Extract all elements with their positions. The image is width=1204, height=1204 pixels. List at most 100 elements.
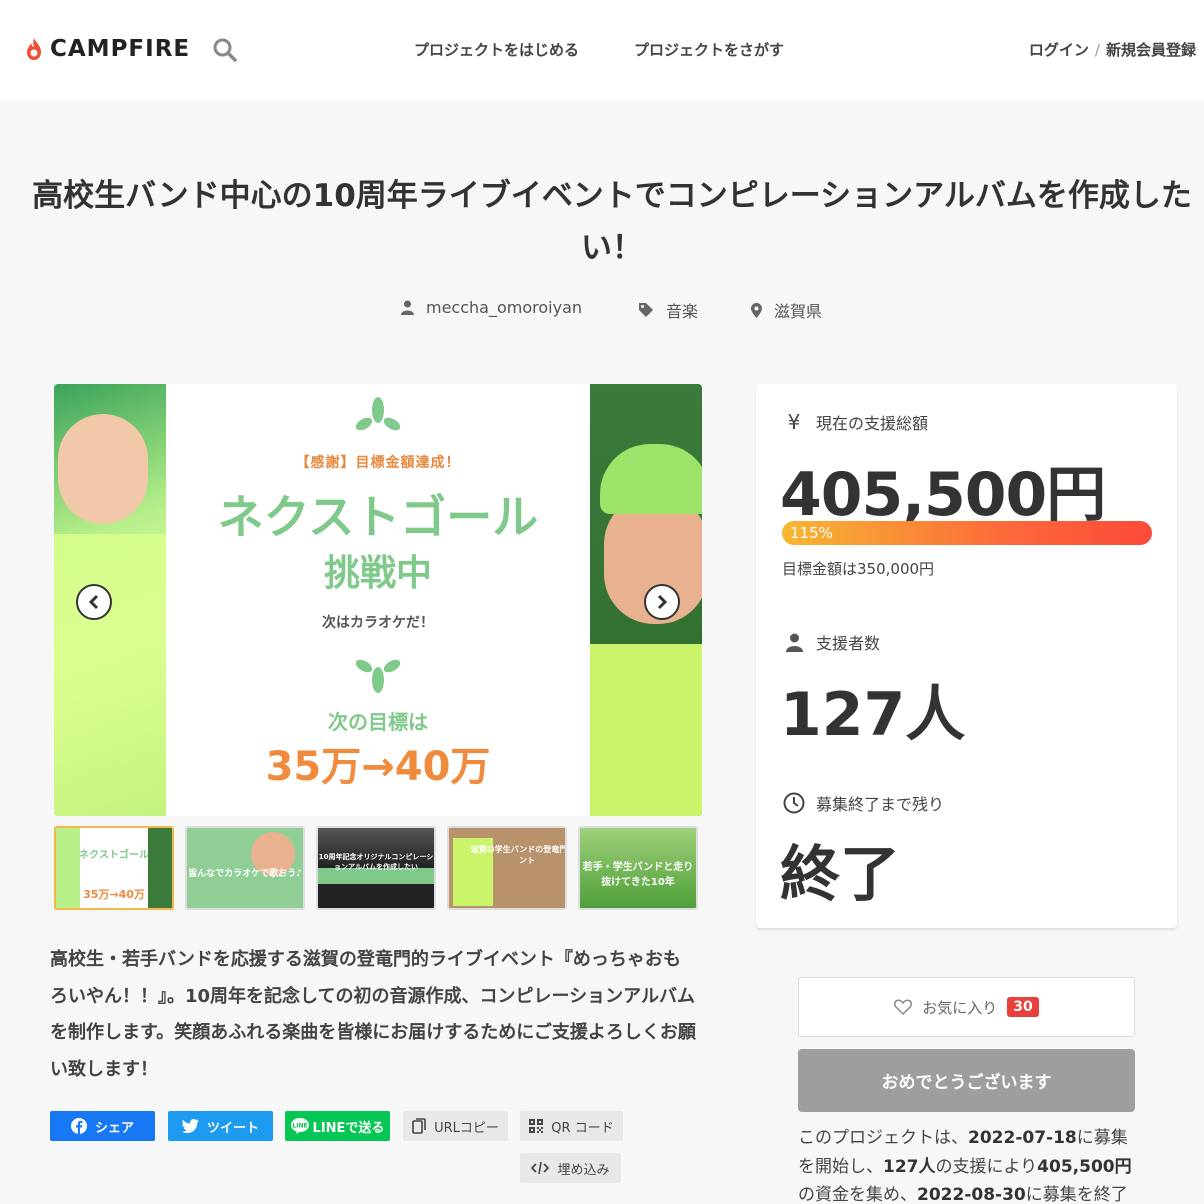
qr-code-label: QR コード <box>551 1120 614 1136</box>
summary-text: に募集を終了 <box>1025 1185 1128 1204</box>
line-share-label: LINEで送る <box>312 1120 385 1136</box>
project-description: 高校生・若手バンドを応援する滋賀の登竜門的ライブイベント『めっちゃおもろいやん！… <box>50 949 696 1080</box>
twitter-icon <box>181 1119 199 1133</box>
heart-icon <box>894 999 913 1015</box>
search-icon[interactable] <box>212 37 238 63</box>
brand-name: CAMPFIRE <box>50 36 191 62</box>
project-summary: このプロジェクトは、2022-07-18に募集を開始し、127人の支援により40… <box>798 1124 1138 1204</box>
location-link[interactable]: 滋賀県 <box>751 298 822 322</box>
line-icon: LINE <box>290 1118 309 1134</box>
backers-label-text: 支援者数 <box>816 634 881 653</box>
flame-icon <box>27 38 41 60</box>
photo-shirt <box>54 534 166 816</box>
thumb-caption: 35万→40万 <box>83 888 145 901</box>
total-amount-label-text: 現在の支援総額 <box>816 414 929 433</box>
poster-karaoke: 次はカラオケだ！ <box>322 615 434 631</box>
thumbnail-1[interactable]: ネクストゴール 35万→40万 <box>54 826 174 910</box>
thumb-caption: 皆んなでカラオケで歌おう♪ <box>188 869 302 879</box>
thumb-caption: 10周年記念オリジナルコンピレーションアルバムを作成したい <box>318 853 434 871</box>
total-amount-label: ¥ 現在の支援総額 <box>782 410 928 434</box>
category-name: 音楽 <box>666 302 699 321</box>
remaining-label: 募集終了まで残り <box>782 791 944 815</box>
summary-text: の資金を集め、 <box>798 1185 917 1204</box>
project-title: 高校生バンド中心の10周年ライブイベントでコンピレーションアルバムを作成したい！ <box>32 178 1192 266</box>
twitter-share-button[interactable]: ツイート <box>168 1111 273 1141</box>
main-image-carousel: 【感謝】目標金額達成！ ネクストゴール 挑戦中 次はカラオケだ！ 次の目標は 3… <box>54 384 702 816</box>
user-icon <box>782 633 806 652</box>
summary-text: このプロジェクトは、 <box>798 1128 968 1148</box>
summary-end-date: 2022-08-30 <box>917 1185 1026 1204</box>
photo-hair <box>600 444 702 514</box>
site-header: CAMPFIRE プロジェクトをはじめる プロジェクトをさがす ログイン / 新規会… <box>0 0 1204 100</box>
poster-next-goal: ネクストゴール <box>217 490 539 544</box>
goal-amount-text: 目標金額は350,000円 <box>782 560 935 578</box>
url-copy-button[interactable]: URLコピー <box>403 1111 508 1141</box>
thumb-caption: 滋賀の学生バンドの登竜門イベント <box>470 845 567 865</box>
user-icon <box>401 300 414 315</box>
thumbnail-5[interactable]: 若手・学生バンドと走り抜けてきた10年 <box>578 826 698 910</box>
location-name: 滋賀県 <box>774 302 823 321</box>
carousel-prev-button[interactable] <box>76 584 112 620</box>
leaf-icon-bottom <box>356 659 400 693</box>
poster-thanks: 【感謝】目標金額達成！ <box>295 455 461 471</box>
carousel-next-button[interactable] <box>644 584 680 620</box>
favorite-label: お気に入り <box>922 998 998 1017</box>
svg-text:LINE: LINE <box>292 1123 307 1130</box>
stats-card: ¥ 現在の支援総額 405,500円 115% 目標金額は350,000円 支援… <box>756 384 1177 928</box>
backers-value: 127人 <box>780 680 966 750</box>
auth-separator: / <box>1094 41 1100 59</box>
url-copy-label: URLコピー <box>434 1120 499 1136</box>
congratulations-button[interactable]: おめでとうございます <box>798 1049 1135 1112</box>
total-amount-value: 405,500円 <box>780 460 1106 530</box>
owner-link[interactable]: meccha_omoroiyan <box>401 298 582 317</box>
twitter-share-label: ツイート <box>206 1120 259 1136</box>
favorite-button[interactable]: お気に入り 30 <box>798 977 1135 1037</box>
thumbnail-strip: ネクストゴール 35万→40万 皆んなでカラオケで歌おう♪ 10周年記念オリジナ… <box>54 826 702 910</box>
tag-icon <box>639 303 653 317</box>
poster-image: 【感謝】目標金額達成！ ネクストゴール 挑戦中 次はカラオケだ！ 次の目標は 3… <box>166 384 590 816</box>
nav-find-project[interactable]: プロジェクトをさがす <box>634 39 784 60</box>
progress-percent: 115% <box>790 524 833 542</box>
remaining-value: 終了 <box>780 840 900 910</box>
owner-name: meccha_omoroiyan <box>426 298 583 317</box>
copy-icon <box>412 1118 426 1134</box>
favorite-count-badge: 30 <box>1007 997 1039 1017</box>
facebook-share-button[interactable]: シェア <box>50 1111 155 1141</box>
remaining-label-text: 募集終了まで残り <box>816 795 945 814</box>
chevron-left-icon <box>88 594 99 610</box>
thumbnail-3[interactable]: 10周年記念オリジナルコンピレーションアルバムを作成したい <box>316 826 436 910</box>
embed-label: 埋め込み <box>557 1162 610 1178</box>
leaf-icon-top <box>356 397 400 431</box>
nav-start-project[interactable]: プロジェクトをはじめる <box>414 39 579 60</box>
progress-bar: 115% <box>782 521 1152 545</box>
qr-code-button[interactable]: QR コード <box>520 1111 623 1141</box>
chevron-right-icon <box>657 594 668 610</box>
thumb-caption: ネクストゴール <box>79 850 149 861</box>
code-icon <box>531 1161 550 1175</box>
clock-icon <box>782 792 806 814</box>
summary-backers: 127人 <box>883 1156 936 1177</box>
poster-next-target: 次の目標は <box>328 710 428 734</box>
summary-text: の支援により <box>935 1156 1038 1177</box>
thumbnail-4[interactable]: 滋賀の学生バンドの登竜門イベント <box>447 826 567 910</box>
category-link[interactable]: 音楽 <box>638 298 698 322</box>
facebook-share-label: シェア <box>94 1120 134 1136</box>
thumbnail-2[interactable]: 皆んなでカラオケで歌おう♪ <box>185 826 305 910</box>
qr-code-icon <box>529 1119 544 1133</box>
yen-icon: ¥ <box>787 410 801 434</box>
summary-start-date: 2022-07-18 <box>968 1128 1077 1148</box>
location-pin-icon <box>751 302 762 318</box>
poster-goal-amount: 35万→40万 <box>265 744 491 790</box>
backers-label: 支援者数 <box>782 630 880 654</box>
thumb-caption: 若手・学生バンドと走り抜けてきた10年 <box>582 862 694 888</box>
campfire-logo[interactable]: CAMPFIRE <box>24 36 190 62</box>
embed-button[interactable]: 埋め込み <box>520 1153 621 1183</box>
facebook-icon <box>70 1118 87 1134</box>
poster-challenge: 挑戦中 <box>323 553 432 594</box>
photo-shirt <box>590 644 702 816</box>
signup-link[interactable]: 新規会員登録 <box>1106 41 1196 59</box>
auth-links: ログイン / 新規会員登録 <box>1029 39 1196 60</box>
login-link[interactable]: ログイン <box>1029 41 1089 59</box>
line-share-button[interactable]: LINE LINEで送る <box>285 1111 390 1141</box>
photo-face <box>58 414 148 524</box>
